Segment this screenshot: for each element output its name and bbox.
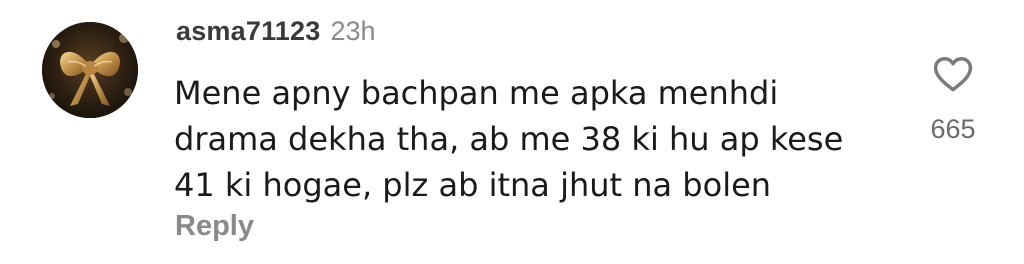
comment-text: Mene apny bachpan me apka menhdi drama d… bbox=[174, 74, 844, 204]
like-section: 665 bbox=[908, 52, 998, 152]
like-count: 665 bbox=[930, 114, 976, 144]
reply-button[interactable]: Reply bbox=[175, 210, 254, 243]
gold-bow-avatar-icon bbox=[42, 22, 138, 118]
comment-header: asma71123 23h bbox=[176, 16, 376, 56]
avatar[interactable] bbox=[42, 22, 138, 118]
heart-outline-icon[interactable] bbox=[931, 52, 975, 96]
username[interactable]: asma71123 bbox=[176, 16, 320, 47]
timestamp: 23h bbox=[330, 16, 376, 46]
comment-item: asma71123 23h Mene apny bachpan me apka … bbox=[0, 0, 1024, 264]
